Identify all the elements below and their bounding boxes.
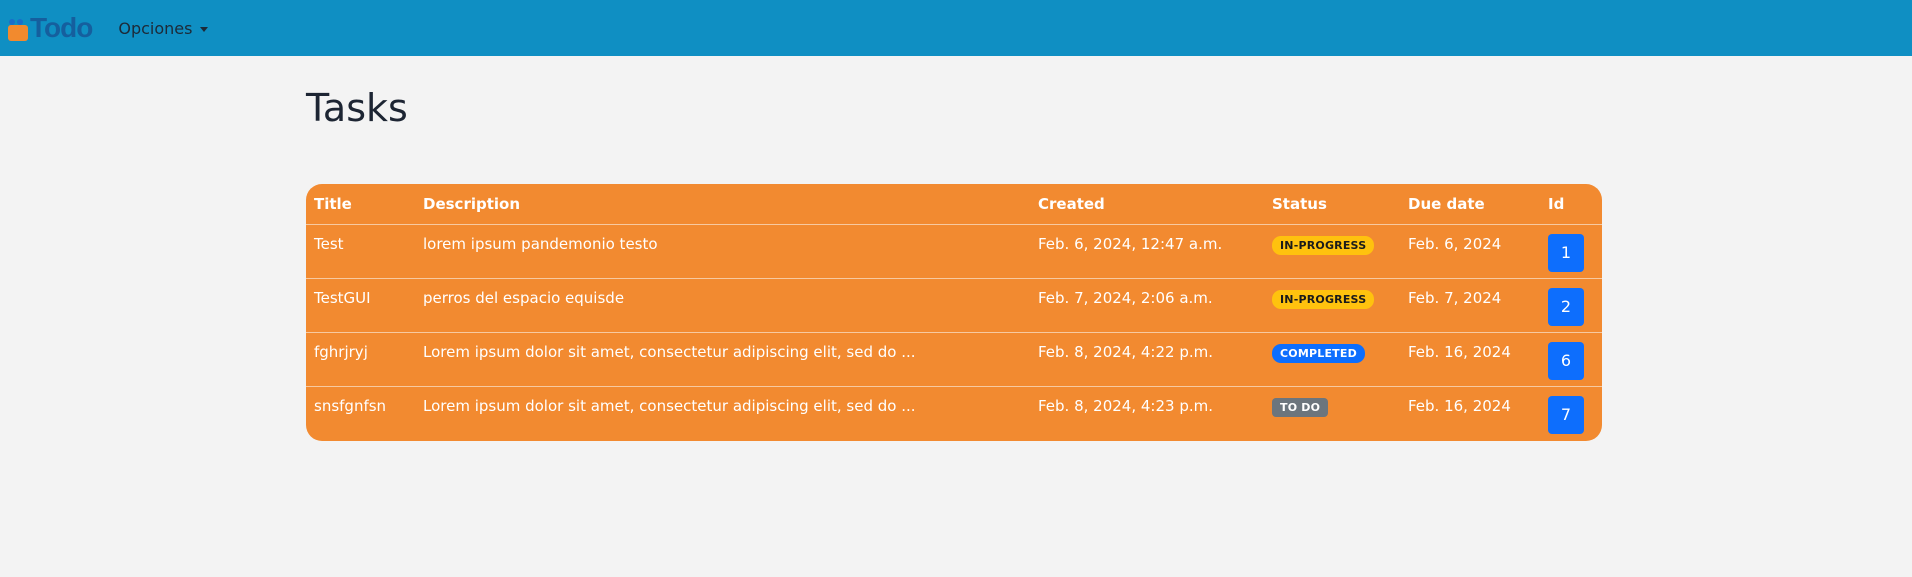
brand-text: Todo [30,12,93,43]
task-due-date: Feb. 7, 2024 [1400,278,1540,333]
task-title: Test [306,224,415,279]
task-title: TestGUI [306,278,415,333]
status-badge: TO DO [1272,398,1329,417]
task-due-date: Feb. 16, 2024 [1400,332,1540,387]
options-dropdown-label: Opciones [118,18,193,38]
task-id-button[interactable]: 1 [1548,234,1584,272]
caret-down-icon [200,26,209,32]
brand-link[interactable]: Todo [8,12,93,43]
status-badge: COMPLETED [1272,344,1365,363]
task-title: fghrjryj [306,332,415,387]
todo-logo-icon [8,19,30,41]
task-created: Feb. 8, 2024, 4:23 p.m. [1038,397,1214,415]
task-description: perros del espacio equisde [415,278,1030,333]
options-dropdown[interactable]: Opciones [118,18,209,38]
table-row: TestGUI perros del espacio equisde Feb. … [306,278,1602,333]
table-row: snsfgnfsn Lorem ipsum dolor sit amet, co… [306,387,1602,441]
task-id-cell: 1 [1540,224,1602,279]
task-description: lorem ipsum pandemonio testo [415,224,1030,279]
table-header-row: Title Description Created Status Due dat… [306,184,1602,225]
task-description: Lorem ipsum dolor sit amet, consectetur … [415,332,1030,387]
header-due-date: Due date [1400,184,1540,225]
task-description: Lorem ipsum dolor sit amet, consectetur … [423,397,916,415]
task-id-cell: 7 [1540,387,1602,441]
task-id-cell: 2 [1540,278,1602,333]
task-status-cell: TO DO [1264,387,1400,441]
task-status-cell: IN-PROGRESS [1264,224,1400,279]
header-description: Description [415,184,1030,225]
task-created: Feb. 7, 2024, 2:06 a.m. [1030,278,1264,333]
status-badge: IN-PROGRESS [1272,236,1375,255]
task-status-cell: IN-PROGRESS [1264,278,1400,333]
task-due-date: Feb. 16, 2024 [1408,397,1511,415]
main-content: Tasks Title Description Created Status D… [306,56,1602,441]
task-title: snsfgnfsn [314,397,387,415]
page-title: Tasks [306,86,408,130]
task-id-cell: 6 [1540,332,1602,387]
task-id-button[interactable]: 2 [1548,288,1584,326]
task-created: Feb. 8, 2024, 4:22 p.m. [1030,332,1264,387]
task-created: Feb. 6, 2024, 12:47 a.m. [1030,224,1264,279]
table-row: fghrjryj Lorem ipsum dolor sit amet, con… [306,332,1602,387]
header-created: Created [1030,184,1264,225]
header-status: Status [1264,184,1400,225]
header-title: Title [306,184,415,225]
task-status-cell: COMPLETED [1264,332,1400,387]
task-id-button[interactable]: 7 [1548,396,1584,434]
status-badge: IN-PROGRESS [1272,290,1375,309]
table-row: Test lorem ipsum pandemonio testo Feb. 6… [306,224,1602,279]
task-id-button[interactable]: 6 [1548,342,1584,380]
tasks-table-container: Title Description Created Status Due dat… [306,184,1602,441]
tasks-table: Title Description Created Status Due dat… [306,184,1602,441]
header-id: Id [1540,184,1602,225]
navbar: Todo Opciones [0,0,1912,56]
task-due-date: Feb. 6, 2024 [1400,224,1540,279]
